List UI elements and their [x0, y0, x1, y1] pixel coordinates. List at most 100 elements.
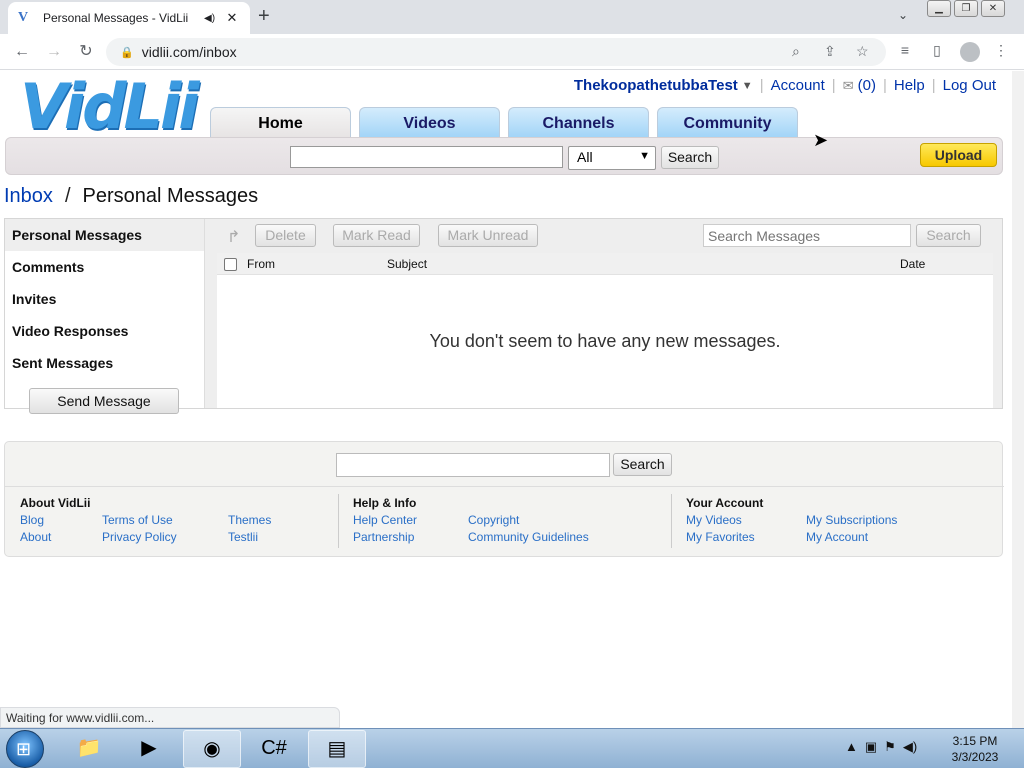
- sidebar-item-sent-messages[interactable]: Sent Messages: [5, 347, 204, 379]
- footer-link-themes[interactable]: Themes: [228, 513, 271, 527]
- file-explorer-icon[interactable]: 📁: [60, 730, 118, 768]
- action-center-flag-icon[interactable]: ⚑: [884, 739, 896, 755]
- media-player-icon[interactable]: ▶: [120, 730, 178, 768]
- select-all-checkbox[interactable]: [224, 258, 237, 271]
- footer-link-my-videos[interactable]: My Videos: [686, 513, 742, 527]
- send-message-button[interactable]: Send Message: [29, 388, 179, 414]
- forward-arrow-icon[interactable]: →: [44, 42, 64, 62]
- footer-link-about[interactable]: About: [20, 530, 51, 544]
- tab-videos[interactable]: Videos: [359, 107, 500, 139]
- tab-search-chevron-icon[interactable]: ⌄: [898, 8, 908, 22]
- profile-avatar-icon[interactable]: [960, 42, 980, 62]
- footer-help-title: Help & Info: [353, 496, 417, 510]
- inbox-count-link[interactable]: (0): [858, 77, 876, 94]
- site-search-bar: All ▼ Search Upload: [5, 137, 1003, 175]
- volume-icon[interactable]: ◀): [903, 739, 917, 755]
- footer-link-blog[interactable]: Blog: [20, 513, 44, 527]
- zoom-search-icon[interactable]: ⌕: [792, 43, 800, 60]
- clock-date: 3/3/2023: [951, 750, 999, 764]
- mark-unread-button[interactable]: Mark Unread: [438, 224, 538, 247]
- search-messages-input[interactable]: [703, 224, 911, 247]
- speaker-icon[interactable]: ◀): [204, 13, 218, 24]
- footer-link-help-center[interactable]: Help Center: [353, 513, 417, 527]
- nav-separator: |: [931, 77, 936, 94]
- address-bar[interactable]: 🔒 vidlii.com/inbox ⌕ ⇪ ☆: [106, 38, 886, 66]
- sticky-notes-icon[interactable]: ▤: [308, 730, 366, 768]
- breadcrumb-inbox-link[interactable]: Inbox: [4, 185, 53, 207]
- page-title: Personal Messages: [82, 185, 259, 207]
- username-link[interactable]: ThekoopathetubbaTest: [574, 77, 738, 94]
- network-icon[interactable]: ▣: [865, 739, 877, 755]
- footer-search-button[interactable]: Search: [613, 453, 672, 476]
- tab-channels[interactable]: Channels: [508, 107, 649, 139]
- tab-community[interactable]: Community: [657, 107, 798, 139]
- dropdown-caret-icon[interactable]: ▼: [742, 80, 753, 92]
- browser-chrome: V Personal Messages - VidLii ◀) ✕ + ⌄ ▁ …: [0, 0, 1024, 70]
- new-tab-button[interactable]: +: [258, 6, 270, 26]
- vidlii-logo[interactable]: VidLii: [20, 75, 200, 139]
- site-search-input[interactable]: [290, 146, 563, 168]
- footer-link-my-subscriptions[interactable]: My Subscriptions: [806, 513, 897, 527]
- footer-link-privacy[interactable]: Privacy Policy: [102, 530, 177, 544]
- back-arrow-icon[interactable]: ←: [12, 42, 32, 62]
- search-filter-value: All: [577, 149, 593, 165]
- footer-link-guidelines[interactable]: Community Guidelines: [468, 530, 589, 544]
- share-icon[interactable]: ⇪: [824, 43, 836, 60]
- close-window-button[interactable]: ✕: [981, 0, 1005, 17]
- footer-link-testlii[interactable]: Testlii: [228, 530, 258, 544]
- browser-toolbar: ← → ↻ 🔒 vidlii.com/inbox ⌕ ⇪ ☆ ≡ ▯ ⋮: [0, 34, 1024, 70]
- sidebar-item-comments[interactable]: Comments: [5, 251, 204, 283]
- delete-button[interactable]: Delete: [255, 224, 316, 247]
- logout-link[interactable]: Log Out: [943, 77, 996, 94]
- vidlii-favicon-icon: V: [18, 10, 29, 25]
- bookmark-star-icon[interactable]: ☆: [856, 43, 869, 60]
- maximize-button[interactable]: ❐: [954, 0, 978, 17]
- sidebar-item-personal-messages[interactable]: Personal Messages: [5, 219, 204, 251]
- footer-link-my-favorites[interactable]: My Favorites: [686, 530, 755, 544]
- footer-divider: [5, 486, 1004, 487]
- account-link[interactable]: Account: [771, 77, 825, 94]
- footer-account-title: Your Account: [686, 496, 764, 510]
- browser-tab[interactable]: V Personal Messages - VidLii ◀) ✕: [8, 2, 250, 34]
- help-link[interactable]: Help: [894, 77, 925, 94]
- search-filter-select[interactable]: All ▼: [568, 146, 656, 170]
- footer-link-copyright[interactable]: Copyright: [468, 513, 519, 527]
- footer-link-my-account[interactable]: My Account: [806, 530, 868, 544]
- taskbar-clock[interactable]: 3:15 PM 3/3/2023: [940, 733, 1010, 765]
- tab-strip: V Personal Messages - VidLii ◀) ✕ + ⌄ ▁ …: [0, 0, 1024, 34]
- sidebar-item-invites[interactable]: Invites: [5, 283, 204, 315]
- start-button[interactable]: ⊞: [6, 730, 44, 768]
- side-panel-icon[interactable]: ▯: [927, 42, 947, 59]
- page-content: VidLii ThekoopathetubbaTest ▼ | Account …: [0, 71, 1012, 728]
- menu-kebab-icon[interactable]: ⋮: [991, 42, 1011, 59]
- sidebar-item-video-responses[interactable]: Video Responses: [5, 315, 204, 347]
- reading-list-icon[interactable]: ≡: [895, 42, 915, 58]
- chrome-icon[interactable]: ◉: [183, 730, 241, 768]
- browser-status-bubble: Waiting for www.vidlii.com...: [0, 707, 340, 728]
- main-tabs: Home Videos Channels Community: [210, 107, 806, 139]
- footer-link-terms[interactable]: Terms of Use: [102, 513, 173, 527]
- footer-link-partnership[interactable]: Partnership: [353, 530, 414, 544]
- reload-icon[interactable]: ↻: [76, 42, 96, 62]
- page-scrollbar[interactable]: [1012, 71, 1024, 728]
- minimize-button[interactable]: ▁: [927, 0, 951, 17]
- column-subject[interactable]: Subject: [387, 257, 427, 271]
- tab-close-icon[interactable]: ✕: [224, 10, 240, 26]
- footer-column-divider: [338, 494, 339, 548]
- mark-read-button[interactable]: Mark Read: [333, 224, 420, 247]
- footer-search-input[interactable]: [336, 453, 610, 477]
- csharp-editor-icon[interactable]: C#: [245, 730, 303, 768]
- system-tray: ▲ ▣ ⚑ ◀): [845, 739, 917, 755]
- search-messages-button[interactable]: Search: [916, 224, 981, 247]
- column-from[interactable]: From: [247, 257, 275, 271]
- forward-arrow-icon[interactable]: ↱: [227, 227, 240, 247]
- envelope-icon[interactable]: ✉: [843, 78, 854, 94]
- column-date[interactable]: Date: [900, 257, 925, 271]
- site-search-button[interactable]: Search: [661, 146, 719, 169]
- tab-home[interactable]: Home: [210, 107, 351, 139]
- mouse-cursor-icon: ➤: [813, 130, 829, 150]
- footer-about-title: About VidLii: [20, 496, 91, 510]
- upload-button[interactable]: Upload: [920, 143, 997, 167]
- show-hidden-icons-icon[interactable]: ▲: [845, 739, 858, 755]
- breadcrumb-separator: /: [64, 185, 71, 207]
